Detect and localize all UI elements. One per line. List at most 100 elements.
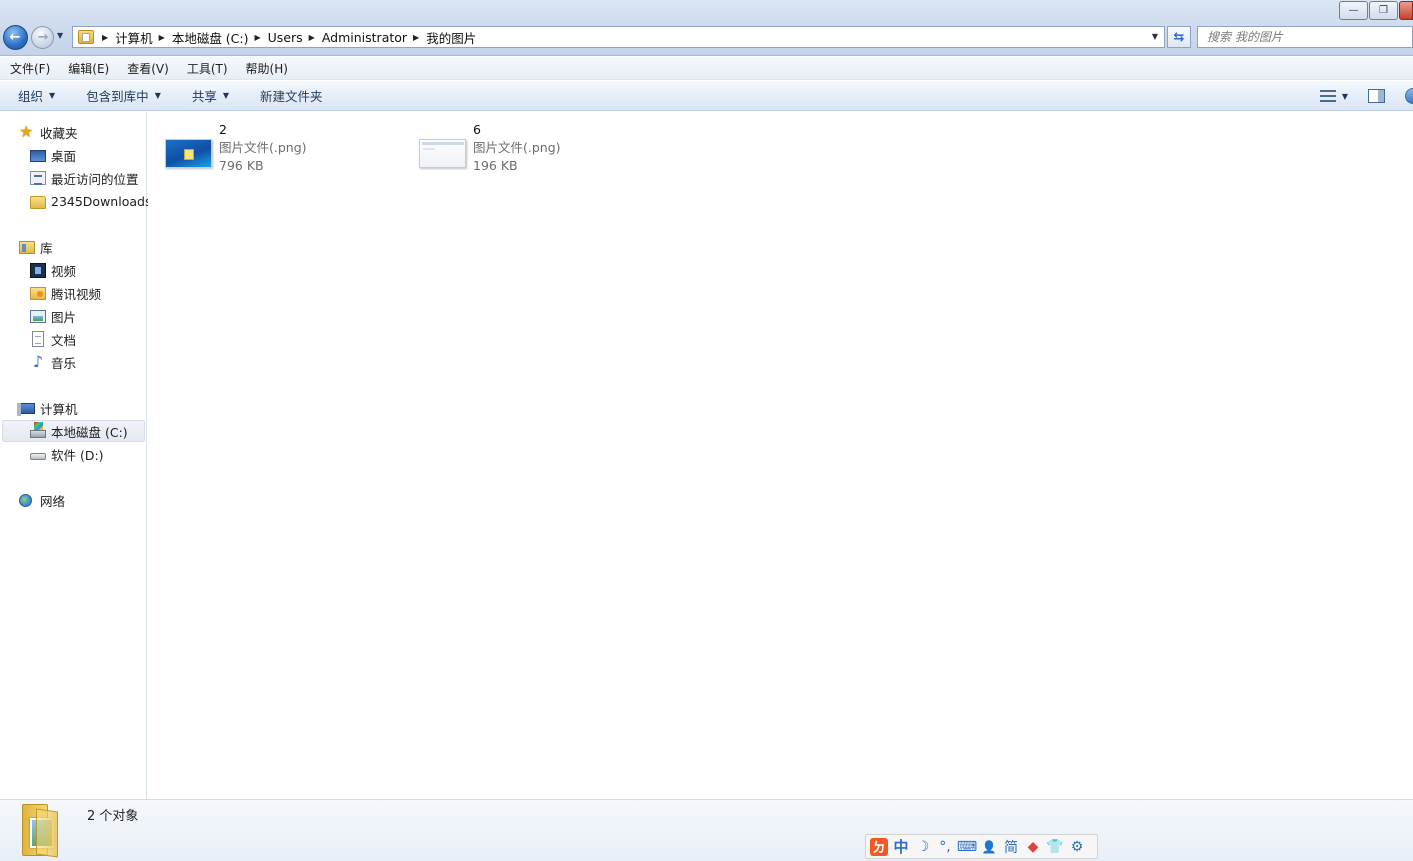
settings-icon[interactable]: ⚙	[1066, 837, 1088, 857]
nav-item-videos[interactable]: 视频	[30, 259, 76, 281]
nav-item-label: 图片	[51, 309, 77, 325]
nav-item-tencent-video[interactable]: 腾讯视频	[30, 282, 101, 304]
nav-item-pictures[interactable]: 图片	[30, 305, 76, 327]
file-name: 2	[219, 122, 227, 137]
folder-location-icon	[78, 30, 94, 44]
view-controls: ▼	[1319, 81, 1413, 111]
file-list[interactable]: 2 图片文件(.png) 796 KB 6 图片文件(.png) 196 KB	[148, 112, 1413, 799]
nav-network[interactable]: 网络	[19, 489, 65, 511]
punctuation-toggle[interactable]: °,	[934, 837, 956, 857]
refresh-icon: ⇆	[1173, 29, 1185, 45]
refresh-button[interactable]: ⇆	[1167, 26, 1191, 48]
nav-item-2345downloads[interactable]: 2345Downloads	[30, 190, 151, 212]
nav-item-desktop[interactable]: 桌面	[30, 144, 76, 166]
recent-pages-dropdown[interactable]: ▼	[57, 31, 63, 40]
nav-item-label: 2345Downloads	[51, 193, 152, 209]
breadcrumb-computer[interactable]: 计算机	[115, 28, 153, 47]
recent-places-icon	[30, 171, 46, 185]
pictures-folder-icon	[22, 804, 58, 858]
chevron-right-icon[interactable]: ▶	[255, 33, 261, 42]
nav-item-label: 软件 (D:)	[51, 447, 104, 463]
library-icon	[19, 240, 35, 254]
include-in-library-button[interactable]: 包含到库中 ▼	[86, 86, 161, 105]
moon-icon[interactable]: ☽	[912, 837, 934, 857]
new-folder-button[interactable]: 新建文件夹	[260, 86, 323, 105]
search-input[interactable]	[1198, 27, 1412, 47]
caret-down-icon: ▼	[49, 91, 56, 100]
file-type: 图片文件(.png)	[219, 140, 307, 155]
share-button[interactable]: 共享 ▼	[192, 86, 229, 105]
chevron-right-icon[interactable]: ▶	[102, 33, 108, 42]
forward-button[interactable]: →	[31, 26, 54, 49]
caret-down-icon: ▼	[222, 91, 230, 100]
music-note-icon: ♪	[32, 352, 44, 371]
breadcrumb-users[interactable]: Users	[268, 30, 303, 45]
nav-item-music[interactable]: ♪ 音乐	[30, 351, 76, 373]
back-button[interactable]: ←	[3, 25, 28, 50]
command-bar: 组织 ▼ 包含到库中 ▼ 共享 ▼ 新建文件夹 ▼	[0, 81, 1413, 111]
nav-item-local-disk-c[interactable]: 本地磁盘 (C:)	[2, 420, 145, 442]
nav-item-label: 音乐	[51, 355, 77, 371]
video-library-icon	[30, 262, 46, 278]
computer-icon	[17, 403, 35, 416]
menu-help[interactable]: 帮助(H)	[236, 60, 296, 77]
folder-icon	[30, 195, 46, 209]
nav-item-documents[interactable]: 文档	[30, 328, 76, 350]
details-pane: 2 个对象	[0, 799, 1413, 861]
skin-icon[interactable]: 👕	[1044, 837, 1066, 857]
menu-view[interactable]: 查看(V)	[117, 60, 177, 77]
nav-item-software-d[interactable]: 软件 (D:)	[30, 443, 104, 465]
menu-edit[interactable]: 编辑(E)	[58, 60, 117, 77]
change-view-icon[interactable]	[1319, 89, 1336, 103]
address-bar[interactable]: ▶ 计算机 ▶ 本地磁盘 (C:) ▶ Users ▶ Administrato…	[72, 26, 1165, 48]
breadcrumb-my-pictures[interactable]: 我的图片	[426, 28, 476, 47]
simplified-toggle[interactable]: 简	[1000, 837, 1022, 857]
nav-libraries[interactable]: 库	[19, 236, 53, 258]
file-tile-2[interactable]: 2 图片文件(.png) 796 KB	[165, 121, 307, 175]
window-controls: — ❐	[1338, 1, 1413, 20]
help-icon[interactable]	[1405, 88, 1413, 104]
file-name: 6	[473, 122, 481, 137]
maximize-button[interactable]: ❐	[1369, 1, 1398, 20]
system-drive-icon	[30, 422, 46, 438]
hard-drive-icon	[30, 453, 46, 460]
nav-favorites-label: 收藏夹	[40, 125, 78, 141]
chevron-right-icon[interactable]: ▶	[159, 33, 165, 42]
file-tile-6[interactable]: 6 图片文件(.png) 196 KB	[419, 121, 561, 175]
forward-arrow-icon: →	[37, 29, 49, 45]
minimize-button[interactable]: —	[1339, 1, 1368, 20]
search-box[interactable]	[1197, 26, 1413, 48]
feedback-icon[interactable]: ◆	[1022, 837, 1044, 857]
nav-item-recent-places[interactable]: 最近访问的位置	[30, 167, 139, 189]
breadcrumb-local-disk-c[interactable]: 本地磁盘 (C:)	[172, 28, 249, 47]
ime-logo-icon[interactable]: ㄉ	[870, 837, 888, 856]
file-size: 796 KB	[219, 158, 264, 173]
network-icon	[19, 493, 32, 507]
nav-favorites[interactable]: ★ 收藏夹	[19, 121, 78, 143]
close-button[interactable]	[1399, 1, 1413, 20]
ime-chinese-mode-toggle[interactable]: 中	[890, 837, 912, 857]
breadcrumb-administrator[interactable]: Administrator	[322, 30, 407, 45]
share-label: 共享	[191, 89, 217, 104]
star-icon: ★	[19, 122, 34, 141]
pictures-library-icon	[30, 309, 46, 323]
preview-pane-icon[interactable]	[1368, 89, 1385, 103]
menu-file[interactable]: 文件(F)	[0, 60, 58, 77]
back-arrow-icon: ←	[9, 29, 21, 45]
nav-network-label: 网络	[40, 493, 66, 509]
keyboard-icon[interactable]: ⌨	[956, 837, 978, 857]
minimize-icon: —	[1348, 4, 1359, 16]
nav-computer-label: 计算机	[40, 401, 78, 417]
chevron-right-icon[interactable]: ▶	[413, 33, 419, 42]
menu-tools[interactable]: 工具(T)	[177, 60, 236, 77]
view-options-dropdown[interactable]: ▼	[1342, 92, 1348, 101]
documents-library-icon	[32, 331, 44, 347]
user-icon[interactable]: 👤	[978, 837, 1000, 857]
organize-button[interactable]: 组织 ▼	[18, 86, 55, 105]
include-in-library-label: 包含到库中	[86, 89, 149, 104]
address-history-dropdown[interactable]: ▼	[1152, 32, 1158, 41]
tencent-video-icon	[30, 286, 46, 300]
nav-computer[interactable]: 计算机	[17, 397, 78, 419]
chevron-right-icon[interactable]: ▶	[309, 33, 315, 42]
navigation-pane: ★ 收藏夹 桌面 最近访问的位置 2345Downloads 库 视频 腾讯视频…	[0, 112, 151, 799]
